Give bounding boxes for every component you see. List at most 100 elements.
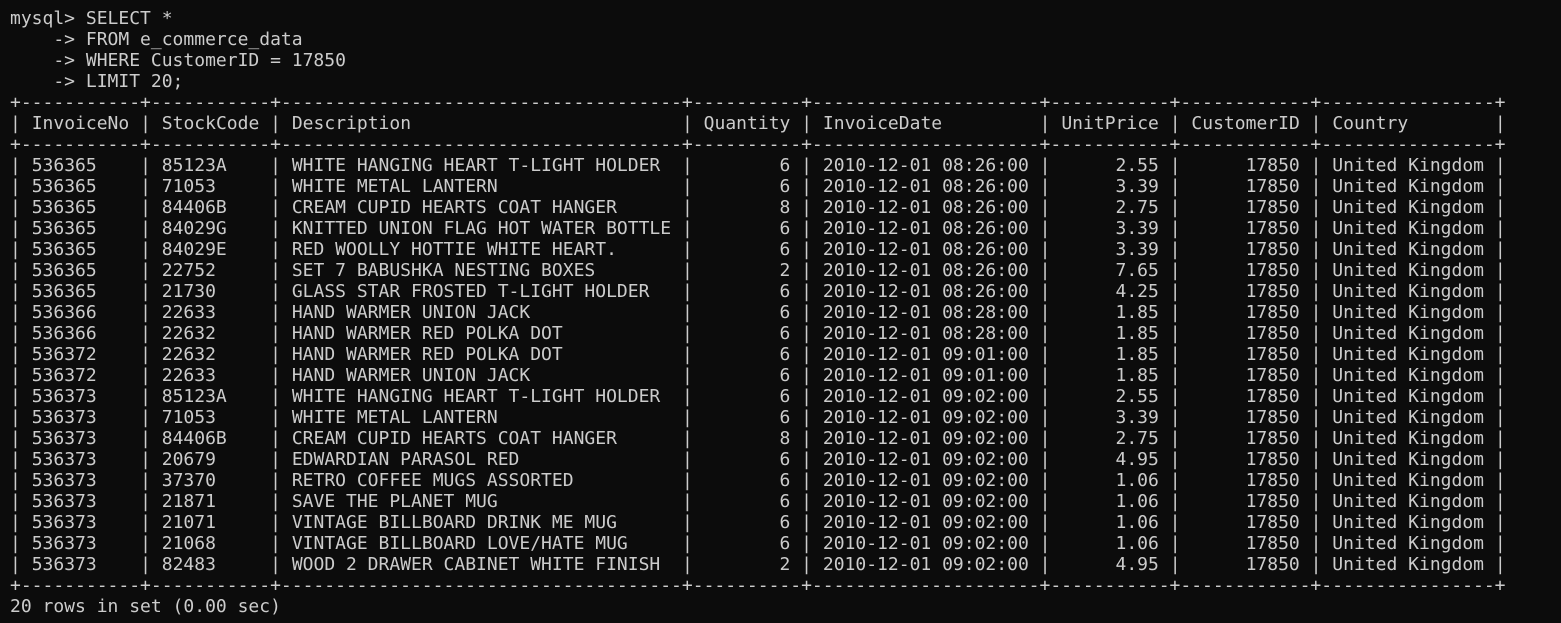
query-text: WHERE CustomerID = 17850 (85, 50, 346, 71)
table-cell: 22632 (161, 344, 216, 365)
table-cell: SET 7 BABUSHKA NESTING BOXES (291, 260, 596, 281)
table-row: | 536373 | 21068 | VINTAGE BILLBOARD LOV… (10, 533, 1506, 554)
table-cell: 17850 (1245, 323, 1300, 344)
table-cell: WHITE HANGING HEART T-LIGHT HOLDER (291, 155, 661, 176)
table-cell: 2010-12-01 08:26:00 (822, 218, 1029, 239)
table-cell: United Kingdom (1332, 218, 1485, 239)
table-row: | 536365 | 21730 | GLASS STAR FROSTED T-… (10, 281, 1506, 302)
table-cell: 17850 (1245, 218, 1300, 239)
table-row: | 536373 | 84406B | CREAM CUPID HEARTS C… (10, 428, 1506, 449)
table-cell: 17850 (1245, 386, 1300, 407)
table-cell: 84029E (161, 239, 227, 260)
table-cell: 2010-12-01 09:01:00 (822, 344, 1029, 365)
table-cell: HAND WARMER UNION JACK (291, 365, 531, 386)
table-cell: 2010-12-01 08:26:00 (822, 260, 1029, 281)
query-line: -> LIMIT 20; (10, 71, 1506, 92)
table-cell: 2010-12-01 09:02:00 (822, 554, 1029, 575)
continuation-prompt: -> (10, 29, 86, 50)
table-cell: HAND WARMER RED POLKA DOT (291, 323, 563, 344)
table-cell: 6 (779, 344, 791, 365)
result-footer: 20 rows in set (0.00 sec) (10, 596, 1506, 617)
table-cell: United Kingdom (1332, 323, 1485, 344)
table-row: | 536373 | 82483 | WOOD 2 DRAWER CABINET… (10, 554, 1506, 575)
table-cell: 17850 (1245, 260, 1300, 281)
table-cell: HAND WARMER RED POLKA DOT (291, 344, 563, 365)
table-cell: 2010-12-01 08:26:00 (822, 176, 1029, 197)
table-cell: 17850 (1245, 449, 1300, 470)
table-cell: 2010-12-01 09:02:00 (822, 386, 1029, 407)
table-row: | 536373 | 21871 | SAVE THE PLANET MUG |… (10, 491, 1506, 512)
table-cell: 17850 (1245, 470, 1300, 491)
table-cell: 4.95 (1115, 449, 1159, 470)
table-cell: 1.85 (1115, 344, 1159, 365)
table-cell: 17850 (1245, 407, 1300, 428)
table-cell: 3.39 (1115, 176, 1159, 197)
table-border: +-----------+-----------+---------------… (10, 134, 1506, 155)
table-cell: 2010-12-01 08:26:00 (822, 155, 1029, 176)
table-cell: 6 (779, 323, 791, 344)
table-cell: WHITE HANGING HEART T-LIGHT HOLDER (291, 386, 661, 407)
table-row: | 536365 | 85123A | WHITE HANGING HEART … (10, 155, 1506, 176)
table-cell: United Kingdom (1332, 197, 1484, 218)
table-row: | 536365 | 84029G | KNITTED UNION FLAG H… (10, 218, 1506, 239)
table-cell: 84406B (161, 197, 227, 218)
table-cell: United Kingdom (1332, 470, 1485, 491)
table-cell: 17850 (1245, 239, 1300, 260)
table-cell: 1.06 (1115, 491, 1159, 512)
table-cell: 2 (779, 260, 791, 281)
mysql-terminal[interactable]: mysql> SELECT * -> FROM e_commerce_data … (10, 8, 1506, 617)
table-cell: 6 (779, 281, 791, 302)
table-cell: 17850 (1245, 155, 1300, 176)
rows-summary: 20 rows in set (0.00 sec) (10, 596, 281, 617)
query-line: -> FROM e_commerce_data (10, 29, 1506, 50)
table-cell: 536366 (31, 323, 97, 344)
table-cell: United Kingdom (1332, 386, 1485, 407)
table-cell: 8 (779, 197, 791, 218)
table-cell: 71053 (161, 176, 216, 197)
table-cell: 6 (779, 449, 791, 470)
table-cell: 2010-12-01 09:02:00 (822, 428, 1029, 449)
table-cell: United Kingdom (1332, 449, 1484, 470)
table-cell: 536365 (31, 239, 97, 260)
table-cell: United Kingdom (1332, 260, 1485, 281)
table-cell: HAND WARMER UNION JACK (291, 302, 531, 323)
table-cell: 2010-12-01 09:02:00 (822, 470, 1029, 491)
column-header: CustomerID (1191, 113, 1300, 134)
table-cell: United Kingdom (1332, 155, 1485, 176)
table-row: | 536373 | 21071 | VINTAGE BILLBOARD DRI… (10, 512, 1506, 533)
table-cell: United Kingdom (1332, 491, 1485, 512)
table-row: | 536365 | 84406B | CREAM CUPID HEARTS C… (10, 197, 1506, 218)
table-cell: 37370 (161, 470, 216, 491)
table-cell: 536365 (31, 281, 97, 302)
table-cell: 536365 (31, 155, 97, 176)
table-cell: 17850 (1245, 491, 1300, 512)
table-cell: 21068 (161, 533, 216, 554)
table-cell: 2010-12-01 08:26:00 (822, 239, 1029, 260)
table-cell: 21071 (161, 512, 216, 533)
table-cell: 17850 (1245, 533, 1300, 554)
table-cell: 82483 (161, 554, 216, 575)
table-cell: 2.55 (1115, 155, 1159, 176)
continuation-prompt: -> (10, 71, 86, 92)
table-cell: 85123A (161, 386, 227, 407)
table-cell: United Kingdom (1332, 428, 1484, 449)
table-cell: 2010-12-01 08:28:00 (822, 323, 1029, 344)
table-cell: 71053 (161, 407, 216, 428)
query-text: SELECT * (85, 8, 173, 29)
table-cell: VINTAGE BILLBOARD DRINK ME MUG (291, 512, 617, 533)
table-cell: 536373 (31, 407, 97, 428)
table-cell: 2010-12-01 09:01:00 (822, 365, 1029, 386)
table-cell: 17850 (1245, 176, 1300, 197)
table-cell: 3.39 (1115, 239, 1159, 260)
table-cell: 536373 (31, 554, 97, 575)
table-cell: 1.85 (1115, 323, 1159, 344)
table-cell: 17850 (1245, 281, 1300, 302)
table-cell: 21871 (161, 491, 216, 512)
table-row: | 536372 | 22632 | HAND WARMER RED POLKA… (10, 344, 1506, 365)
column-header: StockCode (161, 113, 260, 134)
table-cell: EDWARDIAN PARASOL RED (291, 449, 520, 470)
table-cell: 1.85 (1115, 302, 1159, 323)
table-cell: United Kingdom (1332, 281, 1485, 302)
table-cell: 6 (779, 239, 791, 260)
table-cell: 2.75 (1115, 428, 1159, 449)
